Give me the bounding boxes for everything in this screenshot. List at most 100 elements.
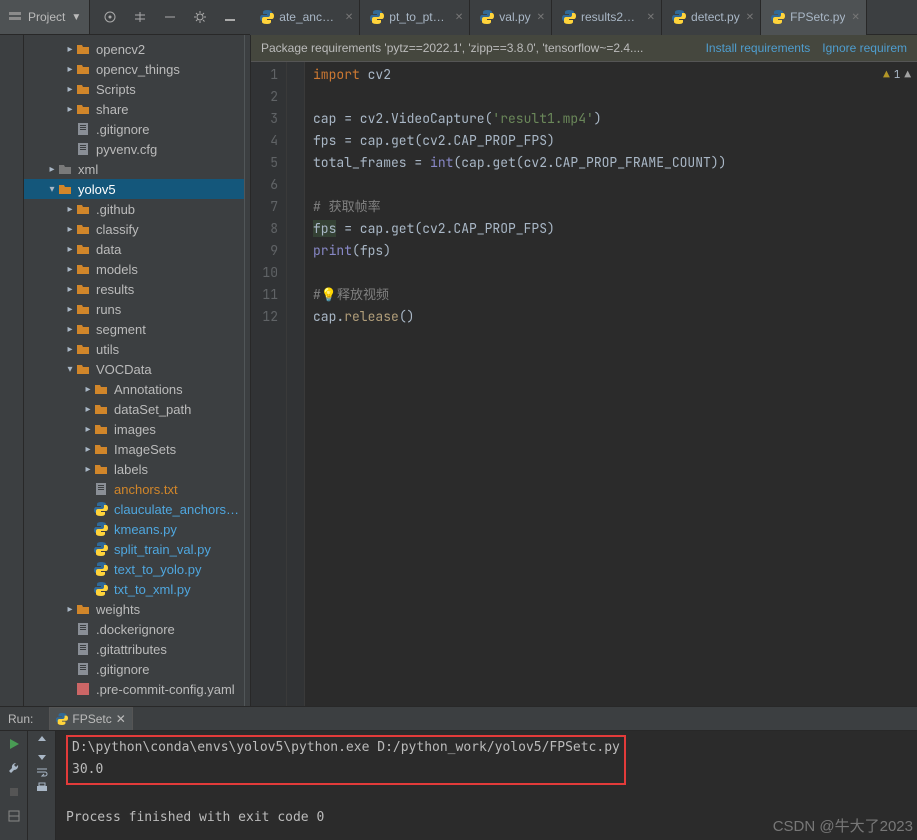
tree-node[interactable]: ▸weights <box>24 599 244 619</box>
chevron-right-icon[interactable]: ▸ <box>82 444 94 455</box>
tree-node[interactable]: ▸models <box>24 259 244 279</box>
code-line[interactable]: fps = cap.get(cv2.CAP_PROP_FPS) <box>313 130 909 152</box>
chevron-right-icon[interactable]: ▸ <box>64 64 76 75</box>
project-tree[interactable]: ▸opencv2▸opencv_things▸Scripts▸share▸.gi… <box>24 35 244 706</box>
tree-node[interactable]: ▸runs <box>24 299 244 319</box>
editor-tab[interactable]: ate_anchors.py✕ <box>250 0 360 35</box>
tree-node[interactable]: ▸txt_to_xml.py <box>24 579 244 599</box>
chevron-right-icon[interactable]: ▸ <box>64 264 76 275</box>
tree-node[interactable]: ▸.dockerignore <box>24 619 244 639</box>
editor-tab[interactable]: results2xlsx.py✕ <box>552 0 662 35</box>
tree-node[interactable]: ▸classify <box>24 219 244 239</box>
tree-node[interactable]: ▸ImageSets <box>24 439 244 459</box>
up-icon[interactable] <box>35 733 49 747</box>
tree-node[interactable]: ▸kmeans.py <box>24 519 244 539</box>
expand-icon[interactable] <box>132 9 148 25</box>
tree-node[interactable]: ▸.pre-commit-config.yaml <box>24 679 244 699</box>
close-icon[interactable]: ✕ <box>647 12 655 23</box>
code-line[interactable]: print(fps) <box>313 240 909 262</box>
soft-wrap-icon[interactable] <box>35 765 49 779</box>
close-icon[interactable]: ✕ <box>851 12 859 23</box>
tree-node[interactable]: ▸opencv2 <box>24 39 244 59</box>
editor-tab[interactable]: detect.py✕ <box>662 0 761 35</box>
chevron-right-icon[interactable]: ▸ <box>64 344 76 355</box>
chevron-right-icon[interactable]: ▸ <box>82 384 94 395</box>
minimize-icon[interactable] <box>222 9 238 25</box>
code-line[interactable] <box>313 174 909 196</box>
collapse-icon[interactable] <box>162 9 178 25</box>
tree-scrollbar[interactable] <box>244 35 251 706</box>
tree-node[interactable]: ▸xml <box>24 159 244 179</box>
code-line[interactable] <box>313 86 909 108</box>
tree-node[interactable]: ▸Scripts <box>24 79 244 99</box>
chevron-right-icon[interactable]: ▸ <box>64 604 76 615</box>
code-line[interactable]: fps = cap.get(cv2.CAP_PROP_FPS) <box>313 218 909 240</box>
tree-node[interactable]: ▸.gitignore <box>24 119 244 139</box>
rerun-icon[interactable] <box>3 733 25 755</box>
tree-node[interactable]: ▸utils <box>24 339 244 359</box>
inspection-badge[interactable]: ▲ 1 ▲ <box>883 64 911 86</box>
code-line[interactable]: cap = cv2.VideoCapture('result1.mp4') <box>313 108 909 130</box>
tree-node[interactable]: ▸Annotations <box>24 379 244 399</box>
editor-tab[interactable]: FPSetc.py✕ <box>761 0 867 35</box>
chevron-right-icon[interactable]: ▸ <box>64 324 76 335</box>
tree-node[interactable]: ▸.gitignore <box>24 659 244 679</box>
code-line[interactable]: total_frames = int(cap.get(cv2.CAP_PROP_… <box>313 152 909 174</box>
tree-node[interactable]: ▸labels <box>24 459 244 479</box>
chevron-right-icon[interactable]: ▸ <box>64 304 76 315</box>
chevron-right-icon[interactable]: ▸ <box>82 404 94 415</box>
project-toolwindow-tab[interactable]: Project ▼ <box>0 0 90 34</box>
code-line[interactable]: import cv2 <box>313 64 909 86</box>
tree-node[interactable]: ▾VOCData <box>24 359 244 379</box>
chevron-right-icon[interactable]: ▸ <box>64 84 76 95</box>
chevron-right-icon[interactable]: ▸ <box>46 164 58 175</box>
close-icon[interactable]: ✕ <box>116 712 126 726</box>
install-requirements-link[interactable]: Install requirements <box>706 41 811 55</box>
console-output[interactable]: D:\python\conda\envs\yolov5\python.exe D… <box>56 731 917 840</box>
tree-node[interactable]: ▸.github <box>24 199 244 219</box>
close-icon[interactable]: ✕ <box>537 12 545 23</box>
gear-icon[interactable] <box>192 9 208 25</box>
code-editor[interactable]: 123456789101112 ▲ 1 ▲ import cv2 cap = c… <box>251 62 917 706</box>
chevron-right-icon[interactable]: ▸ <box>82 464 94 475</box>
close-icon[interactable]: ✕ <box>455 12 463 23</box>
tree-node[interactable]: ▸images <box>24 419 244 439</box>
editor-tab[interactable]: pt_to_pth.py✕ <box>360 0 470 35</box>
tree-node[interactable]: ▸clauculate_anchors.py <box>24 499 244 519</box>
chevron-right-icon[interactable]: ▸ <box>64 224 76 235</box>
tree-node[interactable]: ▸dataSet_path <box>24 399 244 419</box>
editor-tab[interactable]: val.py✕ <box>470 0 552 35</box>
chevron-right-icon[interactable]: ▸ <box>64 204 76 215</box>
stop-icon[interactable] <box>3 781 25 803</box>
tree-node[interactable]: ▾yolov5 <box>24 179 244 199</box>
chevron-right-icon[interactable]: ▸ <box>82 424 94 435</box>
code-line[interactable] <box>313 262 909 284</box>
ignore-requirements-link[interactable]: Ignore requirem <box>822 41 907 55</box>
print-icon[interactable] <box>35 781 49 795</box>
tree-node[interactable]: ▸.gitattributes <box>24 639 244 659</box>
tree-node[interactable]: ▸text_to_yolo.py <box>24 559 244 579</box>
tree-node[interactable]: ▸share <box>24 99 244 119</box>
tree-node[interactable]: ▸split_train_val.py <box>24 539 244 559</box>
wrench-icon[interactable] <box>3 757 25 779</box>
code-line[interactable]: #💡释放视频 <box>313 284 909 306</box>
chevron-right-icon[interactable]: ▸ <box>64 244 76 255</box>
tree-node[interactable]: ▸data <box>24 239 244 259</box>
close-icon[interactable]: ✕ <box>345 12 353 23</box>
code-line[interactable]: cap.release() <box>313 306 909 328</box>
code-content[interactable]: ▲ 1 ▲ import cv2 cap = cv2.VideoCapture(… <box>305 62 917 706</box>
chevron-down-icon[interactable]: ▾ <box>46 184 58 195</box>
tree-node[interactable]: ▸pyvenv.cfg <box>24 139 244 159</box>
chevron-right-icon[interactable]: ▸ <box>64 284 76 295</box>
down-icon[interactable] <box>35 749 49 763</box>
code-line[interactable]: # 获取帧率 <box>313 196 909 218</box>
close-icon[interactable]: ✕ <box>746 12 754 23</box>
chevron-right-icon[interactable]: ▸ <box>64 104 76 115</box>
chevron-right-icon[interactable]: ▸ <box>64 44 76 55</box>
layout-icon[interactable] <box>3 805 25 827</box>
run-config-tab[interactable]: FPSetc ✕ <box>49 707 132 730</box>
tree-node[interactable]: ▸results <box>24 279 244 299</box>
tree-node[interactable]: ▸anchors.txt <box>24 479 244 499</box>
tree-node[interactable]: ▸segment <box>24 319 244 339</box>
chevron-down-icon[interactable]: ▾ <box>64 364 76 375</box>
